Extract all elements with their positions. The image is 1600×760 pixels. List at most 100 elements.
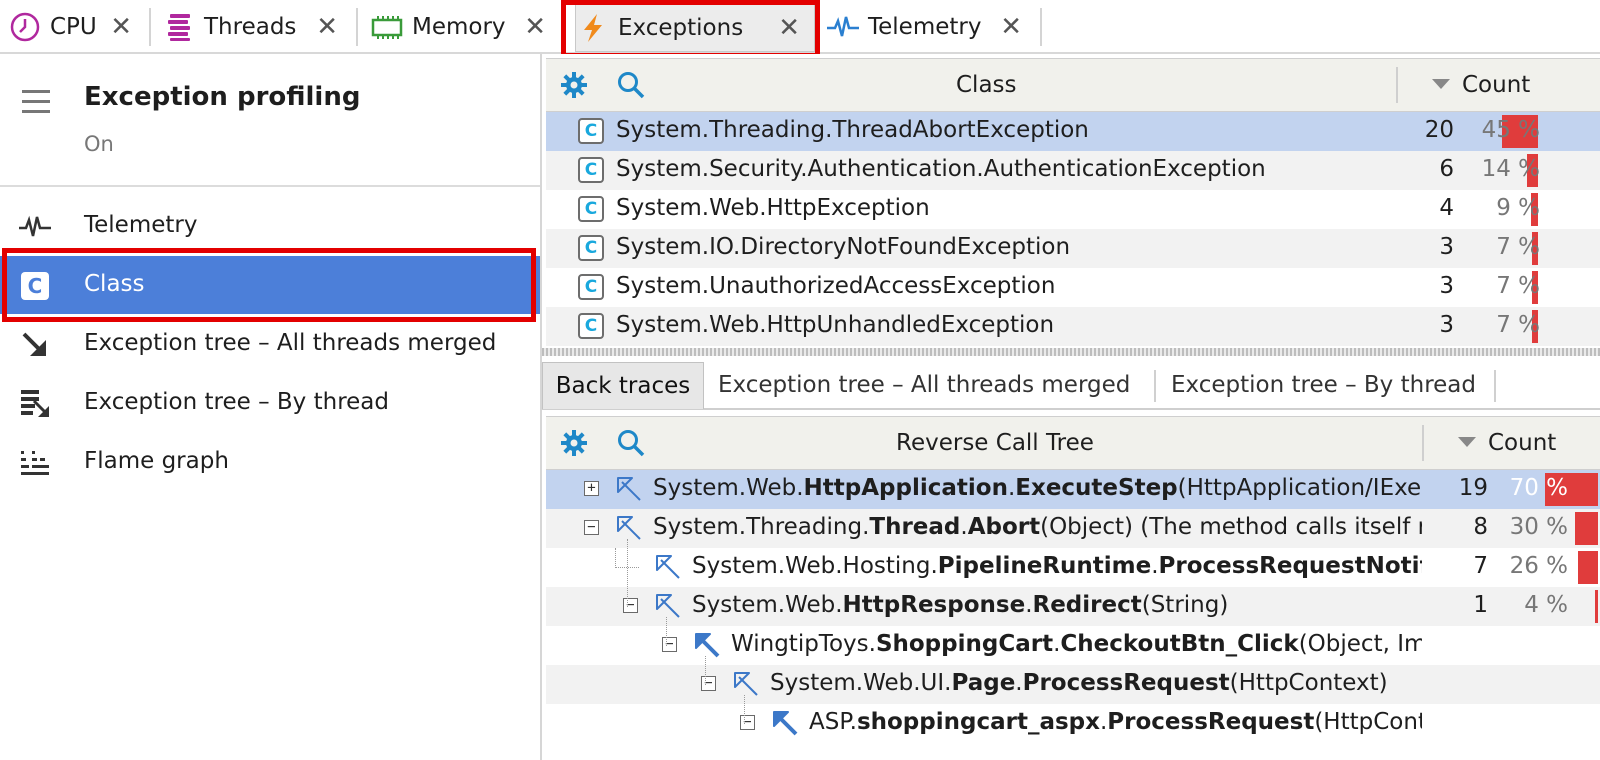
percent-value: 9 %	[1496, 195, 1540, 221]
close-icon[interactable]: ✕	[778, 14, 800, 42]
class-name: System.Threading.ThreadAbortException	[616, 117, 1089, 143]
threads-tree-icon	[18, 387, 52, 421]
class-table-header: Class Count	[546, 58, 1600, 112]
method-name-bold: ProcessRequest	[1107, 709, 1315, 735]
tab-divider	[149, 8, 151, 46]
tab-label: Exception tree – All threads merged	[718, 372, 1131, 398]
method-name-bold: Abort	[967, 514, 1041, 540]
method-name-bold: shoppingcart_aspx	[856, 709, 1100, 735]
percent-value: 45 %	[1481, 117, 1540, 143]
back-trace-arrow-icon	[656, 555, 680, 579]
count-value: 3	[1439, 234, 1454, 260]
table-row[interactable]: C System.UnauthorizedAccessException 3 7 %	[546, 268, 1600, 307]
tab-cpu[interactable]: CPU ✕	[8, 4, 146, 50]
percent-value: 7 %	[1496, 273, 1540, 299]
tree-row[interactable]: − ASP.shoppingcart_aspx.ProcessRequest(Ht…	[546, 704, 1600, 743]
method-name-bold: ExecuteStep	[1015, 475, 1178, 501]
pulse-icon	[18, 210, 52, 244]
tab-back-traces[interactable]: Back traces	[542, 362, 704, 409]
class-name: System.Web.HttpUnhandledException	[616, 312, 1055, 338]
method-name-part: (Object) (The method calls itself recurs…	[1040, 514, 1422, 540]
tab-label: Exception tree – By thread	[1171, 372, 1476, 398]
left-panel: Exception profiling On Telemetry C Class…	[0, 54, 542, 760]
memory-chip-icon	[370, 10, 404, 44]
tab-exception-tree-merged[interactable]: Exception tree – All threads merged	[718, 362, 1130, 408]
tree-row[interactable]: System.Web.Hosting.PipelineRuntime.Proce…	[546, 548, 1600, 587]
method-name-bold: ShoppingCart	[875, 631, 1054, 657]
gear-icon[interactable]	[560, 429, 588, 457]
close-icon[interactable]: ✕	[1000, 13, 1022, 41]
column-header-reverse-call-tree[interactable]: Reverse Call Tree	[896, 430, 1094, 456]
close-icon[interactable]: ✕	[524, 13, 546, 41]
tab-divider	[563, 8, 565, 46]
method-name-part: System.Web.	[653, 475, 804, 501]
tab-telemetry[interactable]: Telemetry ✕	[826, 4, 1036, 50]
method-name-part: (HttpContext)	[1314, 709, 1422, 735]
sidebar-item-telemetry[interactable]: Telemetry	[0, 197, 540, 255]
tree-row[interactable]: − System.Threading.Thread.Abort(Object) (…	[546, 509, 1600, 548]
column-header-count-label: Count	[1462, 72, 1531, 98]
arrow-down-right-icon	[18, 328, 52, 362]
percent-value: 26 %	[1509, 553, 1568, 579]
close-icon[interactable]: ✕	[316, 13, 338, 41]
class-icon: C	[578, 274, 604, 300]
count-value: 20	[1424, 117, 1454, 143]
count-value: 1	[1473, 592, 1488, 618]
method-name-part: (Object, ImageClickEventArgs)	[1298, 631, 1422, 657]
table-row[interactable]: C System.Threading.ThreadAbortException 20…	[546, 112, 1600, 151]
tab-memory[interactable]: Memory ✕	[370, 4, 560, 50]
column-header-count[interactable]: Count	[1432, 72, 1530, 98]
method-name-part: (HttpContext)	[1229, 670, 1388, 696]
tree-row[interactable]: − System.Web.HttpResponse.Redirect(String…	[546, 587, 1600, 626]
table-row[interactable]: C System.IO.DirectoryNotFoundException 3 7 …	[546, 229, 1600, 268]
close-icon[interactable]: ✕	[110, 13, 132, 41]
collapse-toggle-icon[interactable]: −	[740, 715, 755, 730]
column-header-count-label: Count	[1488, 430, 1557, 456]
percent-value: 30 %	[1509, 514, 1568, 540]
tab-divider	[1040, 8, 1042, 46]
tree-connector	[705, 656, 706, 685]
sort-descending-icon	[1458, 436, 1476, 447]
count-value: 7	[1473, 553, 1488, 579]
sidebar-item-label: Class	[84, 271, 145, 297]
gear-icon[interactable]	[560, 71, 588, 99]
sidebar-item-flame-graph[interactable]: Flame graph	[0, 433, 540, 491]
method-name-part: System.Web.Hosting.	[692, 553, 938, 579]
expand-toggle-icon[interactable]: +	[584, 481, 599, 496]
tab-label: Memory	[412, 14, 506, 40]
pulse-icon	[826, 10, 860, 44]
method-name-part: System.Threading.	[653, 514, 870, 540]
collapse-toggle-icon[interactable]: −	[662, 637, 677, 652]
count-value: 8	[1473, 514, 1488, 540]
tree-row[interactable]: + System.Web.HttpApplication.ExecuteStep(…	[546, 470, 1600, 509]
collapse-toggle-icon[interactable]: −	[584, 520, 599, 535]
table-row[interactable]: C System.Security.Authentication.Authenti…	[546, 151, 1600, 190]
search-icon[interactable]	[616, 70, 646, 100]
class-icon: C	[578, 157, 604, 183]
method-name-part: System.Web.UI.	[770, 670, 952, 696]
divider	[0, 185, 540, 187]
class-name: System.Web.HttpException	[616, 195, 930, 221]
table-row[interactable]: C System.Web.HttpUnhandledException 3 7 %	[546, 307, 1600, 346]
column-header-count[interactable]: Count	[1458, 430, 1556, 456]
tab-exceptions[interactable]: Exceptions ✕	[575, 4, 815, 52]
method-name-bold: CheckoutBtn_Click	[1060, 631, 1299, 657]
method-signature: System.Web.HttpResponse.Redirect(String)	[692, 592, 1422, 618]
sidebar-item-class[interactable]: C Class	[0, 256, 540, 314]
panel-splitter[interactable]	[542, 348, 1600, 356]
count-value: 3	[1439, 273, 1454, 299]
method-name-bold: ProcessRequest	[1022, 670, 1230, 696]
search-icon[interactable]	[616, 428, 646, 458]
method-name-part: (String)	[1141, 592, 1229, 618]
class-name: System.Security.Authentication.Authentic…	[616, 156, 1266, 182]
table-row[interactable]: C System.Web.HttpException 4 9 %	[546, 190, 1600, 229]
hamburger-menu-icon[interactable]	[22, 90, 50, 120]
sidebar-item-exception-tree-merged[interactable]: Exception tree – All threads merged	[0, 315, 540, 373]
sidebar-item-exception-tree-by-thread[interactable]: Exception tree – By thread	[0, 374, 540, 432]
column-header-class[interactable]: Class	[956, 72, 1017, 98]
tab-threads[interactable]: Threads ✕	[162, 4, 352, 50]
tab-exception-tree-by-thread[interactable]: Exception tree – By thread	[1171, 362, 1476, 408]
collapse-toggle-icon[interactable]: −	[701, 676, 716, 691]
profiling-status[interactable]: On	[84, 132, 114, 156]
collapse-toggle-icon[interactable]: −	[623, 598, 638, 613]
